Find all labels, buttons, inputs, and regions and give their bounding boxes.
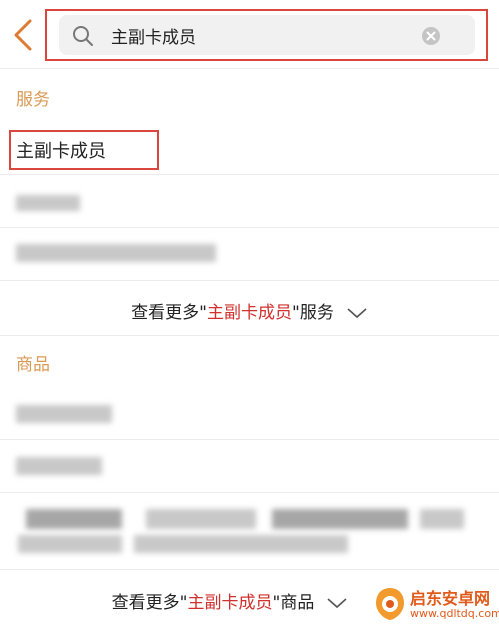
blurred-text: [16, 244, 216, 262]
more-keyword: 主副卡成员: [207, 303, 292, 323]
chevron-down-icon: [347, 308, 367, 319]
blurred-text: [26, 509, 122, 529]
service-result-label: 主副卡成员: [16, 141, 106, 162]
section-title-services: 服务: [16, 90, 50, 110]
section-title-goods: 商品: [16, 355, 50, 375]
header-divider: [0, 68, 499, 69]
goods-blurred-row[interactable]: [0, 385, 499, 439]
more-keyword: 主副卡成员: [187, 593, 273, 613]
chevron-down-icon: [327, 598, 347, 609]
blurred-text: [18, 535, 122, 553]
watermark-title: 启东安卓网: [410, 589, 491, 608]
goods-blurred-row[interactable]: [0, 493, 499, 569]
blurred-text: [16, 457, 102, 475]
row-divider: [0, 280, 499, 281]
watermark: 启东安卓网 www.qdltdq.com: [366, 582, 499, 627]
blurred-text: [16, 195, 80, 211]
search-header: [0, 0, 499, 68]
more-prefix: 查看更多": [111, 593, 188, 613]
more-suffix: "服务: [292, 303, 334, 323]
blurred-text: [134, 535, 348, 553]
goods-blurred-row[interactable]: [0, 440, 499, 492]
more-prefix: 查看更多": [131, 303, 207, 323]
back-arrow-icon: [14, 19, 32, 51]
search-icon: [73, 26, 93, 46]
search-field[interactable]: [59, 15, 475, 55]
blurred-text: [146, 509, 256, 529]
watermark-logo-icon: [376, 588, 404, 620]
back-button[interactable]: [10, 17, 40, 53]
service-blurred-row[interactable]: [0, 175, 499, 227]
more-suffix: "商品: [272, 593, 315, 613]
blurred-text: [272, 509, 408, 529]
search-input[interactable]: [111, 22, 431, 48]
more-services-link[interactable]: 查看更多"主副卡成员"服务: [0, 298, 499, 323]
blurred-text: [16, 405, 112, 423]
blurred-text: [420, 509, 464, 529]
service-blurred-row[interactable]: [0, 228, 499, 280]
search-box-highlight: [45, 9, 488, 61]
watermark-url: www.qdltdq.com: [410, 607, 499, 620]
clear-icon[interactable]: [421, 26, 441, 46]
row-divider: [0, 569, 499, 570]
section-divider: [0, 335, 499, 336]
